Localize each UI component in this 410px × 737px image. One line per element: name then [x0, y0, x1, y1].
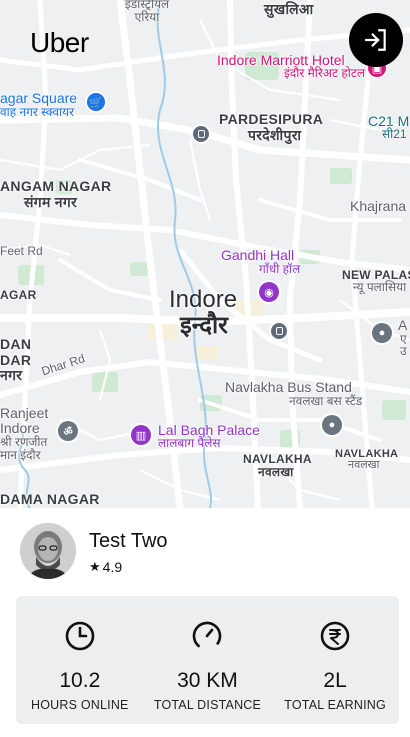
- label-indore-en: Indore: [169, 286, 238, 313]
- label-c21-hi: सी21: [382, 127, 407, 141]
- location-pin-icon[interactable]: ●: [372, 323, 392, 343]
- stat-label: TOTAL DISTANCE: [153, 698, 262, 712]
- star-icon: ★: [89, 559, 101, 574]
- label-pardesipura-hi: परदेशीपुरा: [248, 127, 302, 143]
- logout-button[interactable]: [349, 13, 403, 67]
- label-a-right: A: [398, 317, 408, 333]
- label-feet-rd: Feet Rd: [0, 244, 43, 258]
- stat-label: TOTAL EARNING: [284, 698, 386, 712]
- label-dar: DAR: [0, 352, 32, 368]
- logout-icon: [365, 29, 386, 51]
- label-nagar-square-en: agar Square: [0, 90, 78, 106]
- label-pardesipura-en: PARDESIPURA: [219, 111, 324, 127]
- label-dama-nagar: DAMA NAGAR: [0, 491, 100, 507]
- uber-logo: Uber: [30, 27, 89, 58]
- rating-value: 4.9: [102, 559, 123, 575]
- clock-icon: [65, 621, 95, 651]
- avatar[interactable]: [20, 523, 76, 579]
- label-gandhi-hall-hi: गाँधी हॉल: [259, 262, 301, 276]
- label-ranjeet-en2: Indore: [0, 420, 40, 436]
- label-gandhi-hall-en: Gandhi Hall: [221, 247, 295, 263]
- label-navlakha-hi: नवलखा: [258, 465, 294, 479]
- label-sukhliya: सुखलिआ: [264, 1, 314, 17]
- label-navlakha-right-hi: नवलखा: [348, 459, 380, 471]
- label-e-right2: उ: [400, 344, 407, 358]
- driver-panel: Test Two ★ 4.9 10.2 HOURS ONLINE 30 KM T…: [0, 508, 410, 737]
- driver-rating: ★ 4.9: [89, 559, 122, 575]
- label-sangam-nagar-hi: संगम नगर: [24, 194, 78, 210]
- metro-station-icon[interactable]: [193, 126, 209, 142]
- label-lal-bagh-hi: लालबाग पैलेस: [158, 436, 221, 450]
- driver-name: Test Two: [89, 530, 168, 552]
- speedometer-icon: [193, 621, 222, 651]
- label-nagar-left: नगर: [0, 367, 23, 383]
- label-dan: DAN: [0, 336, 32, 352]
- stat-total-earning: 2L TOTAL EARNING: [271, 596, 399, 724]
- label-new-palasia-hi: न्यू पलासिया: [353, 280, 407, 294]
- label-ranjeet-hi2: मान इंदौर: [0, 448, 41, 462]
- label-ranjeet-en: Ranjeet: [0, 405, 49, 421]
- stat-value: 30 KM: [177, 669, 238, 692]
- stat-value: 2L: [323, 669, 347, 692]
- temple-pin-icon[interactable]: ॐ: [58, 421, 78, 441]
- stats-card: 10.2 HOURS ONLINE 30 KM TOTAL DISTANCE 2…: [16, 596, 399, 724]
- landmark-pin-icon[interactable]: ◉: [259, 282, 279, 302]
- avatar-image: [20, 523, 76, 579]
- label-industrial-area: इडास्ट्रीयल एरिया: [124, 0, 170, 24]
- palace-pin-icon[interactable]: ▥: [131, 425, 151, 445]
- label-nagar-square-hi: वाह नगर स्क्वायर: [0, 105, 75, 119]
- metro-station-icon[interactable]: [271, 323, 287, 339]
- label-agar: AGAR: [0, 288, 37, 302]
- label-sangam-nagar-en: ANGAM NAGAR: [0, 178, 112, 194]
- label-indore-hi: इन्दौर: [180, 312, 228, 339]
- bus-stop-pin-icon[interactable]: ●: [322, 415, 342, 435]
- label-navlakha-bus-hi: नवलखा बस स्टैंड: [289, 394, 363, 408]
- label-khajrana: Khajrana: [350, 198, 407, 214]
- stat-label: HOURS ONLINE: [31, 698, 129, 712]
- label-navlakha-bus-en: Navlakha Bus Stand: [225, 379, 352, 395]
- label-navlakha-en: NAVLAKHA: [243, 452, 312, 466]
- label-marriott-hi: इंदौर मैरिअट होटल: [284, 66, 366, 80]
- shopping-cart-icon[interactable]: 🛒: [87, 93, 105, 111]
- stat-hours-online: 10.2 HOURS ONLINE: [16, 596, 144, 724]
- label-ranjeet-hi: श्री रणजीत: [0, 435, 48, 449]
- stat-value: 10.2: [59, 669, 101, 692]
- stat-total-distance: 30 KM TOTAL DISTANCE: [144, 596, 272, 724]
- map-view[interactable]: इडास्ट्रीयल एरिया सुखलिआ Indore Marriott…: [0, 0, 410, 508]
- rupee-icon: [320, 621, 350, 651]
